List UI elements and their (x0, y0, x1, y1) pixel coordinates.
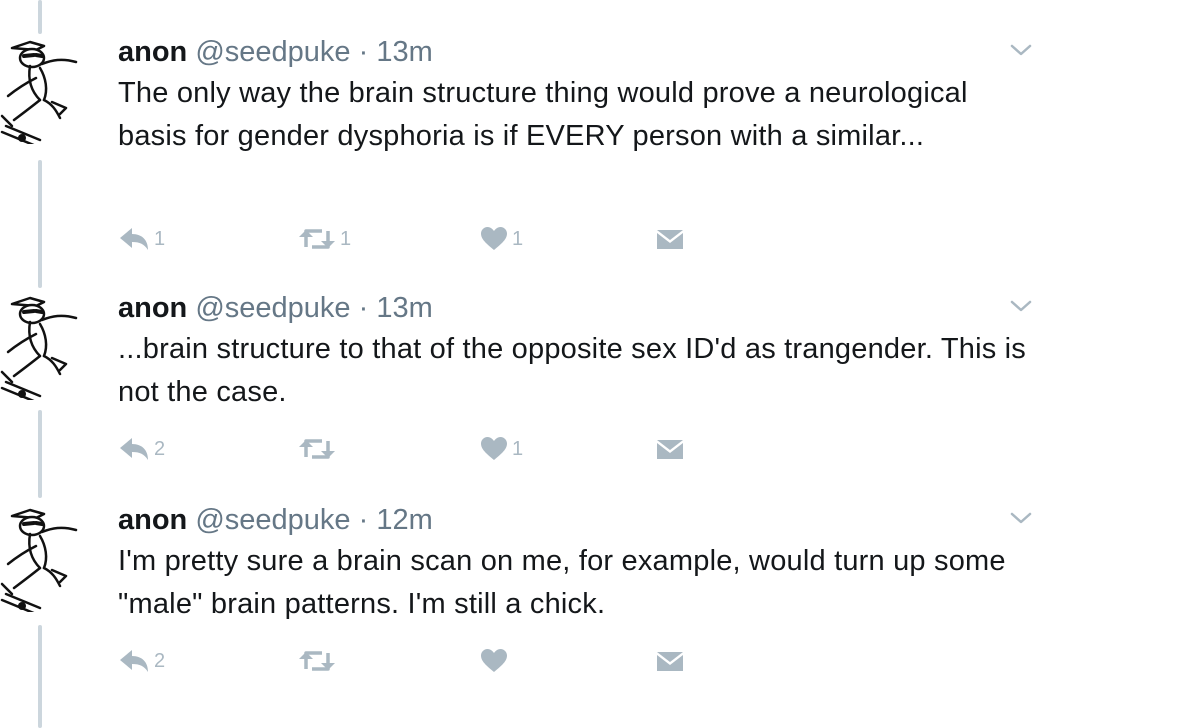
reply-count: 1 (154, 227, 166, 250)
reply-count: 2 (154, 437, 166, 460)
display-name[interactable]: anon (118, 504, 187, 536)
timestamp[interactable]: 13m (376, 36, 432, 68)
separator: · (358, 36, 369, 68)
avatar[interactable] (0, 34, 80, 148)
username[interactable]: @seedpuke (195, 504, 350, 536)
timestamp[interactable]: 13m (376, 292, 432, 324)
envelope-icon (657, 652, 683, 671)
retweet-icon (299, 439, 335, 459)
like-count: 1 (512, 437, 524, 460)
reply-icon (120, 228, 148, 250)
separator: · (358, 504, 369, 536)
envelope-icon (657, 440, 683, 459)
separator: · (358, 292, 369, 324)
thread-line (38, 0, 42, 34)
tweet-header: anon @seedpuke · 13m (118, 34, 433, 70)
like-count: 1 (512, 227, 524, 250)
reply-button[interactable]: 2 (118, 644, 165, 678)
tweet[interactable]: anon @seedpuke · 12m I'm pretty sure a b… (0, 502, 1200, 692)
tweet-actions: 2 1 (118, 432, 718, 466)
retweet-button[interactable]: 1 (298, 222, 351, 256)
tweet-header: anon @seedpuke · 13m (118, 290, 433, 326)
more-options-button[interactable] (1008, 296, 1034, 316)
like-button[interactable]: 1 (480, 432, 523, 466)
reply-count: 2 (154, 649, 166, 672)
skateboarding-cartoon-avatar-icon (0, 508, 78, 616)
reply-icon (120, 438, 148, 460)
tweet-text: ...brain structure to that of the opposi… (118, 333, 1027, 408)
retweet-button[interactable] (298, 644, 340, 678)
skateboarding-cartoon-avatar-icon (0, 40, 78, 148)
tweet-actions: 1 1 1 (118, 222, 718, 256)
reply-button[interactable]: 1 (118, 222, 165, 256)
retweet-button[interactable] (298, 432, 340, 466)
display-name[interactable]: anon (118, 36, 187, 68)
heart-icon (481, 649, 507, 672)
tweet-header: anon @seedpuke · 12m (118, 502, 433, 538)
chevron-down-icon (1010, 300, 1032, 312)
username[interactable]: @seedpuke (195, 292, 350, 324)
tweet-actions: 2 (118, 644, 718, 678)
retweet-icon (299, 651, 335, 671)
tweet-text: I'm pretty sure a brain scan on me, for … (118, 545, 1006, 620)
heart-icon (481, 437, 507, 460)
chevron-down-icon (1010, 512, 1032, 524)
chevron-down-icon (1010, 44, 1032, 56)
heart-icon (481, 227, 507, 250)
direct-message-button[interactable] (656, 222, 684, 256)
retweet-count: 1 (340, 227, 352, 250)
tweet[interactable]: anon @seedpuke · 13m The only way the br… (0, 34, 1200, 264)
envelope-icon (657, 230, 683, 249)
timestamp[interactable]: 12m (376, 504, 432, 536)
display-name[interactable]: anon (118, 292, 187, 324)
like-button[interactable] (480, 644, 512, 678)
reply-button[interactable]: 2 (118, 432, 165, 466)
tweet[interactable]: anon @seedpuke · 13m ...brain structure … (0, 290, 1200, 470)
direct-message-button[interactable] (656, 644, 684, 678)
avatar[interactable] (0, 290, 80, 404)
retweet-icon (299, 229, 335, 249)
avatar[interactable] (0, 502, 80, 616)
tweet-text: The only way the brain structure thing w… (118, 77, 968, 152)
reply-icon (120, 650, 148, 672)
like-button[interactable]: 1 (480, 222, 523, 256)
more-options-button[interactable] (1008, 40, 1034, 60)
more-options-button[interactable] (1008, 508, 1034, 528)
skateboarding-cartoon-avatar-icon (0, 296, 78, 404)
direct-message-button[interactable] (656, 432, 684, 466)
username[interactable]: @seedpuke (195, 36, 350, 68)
